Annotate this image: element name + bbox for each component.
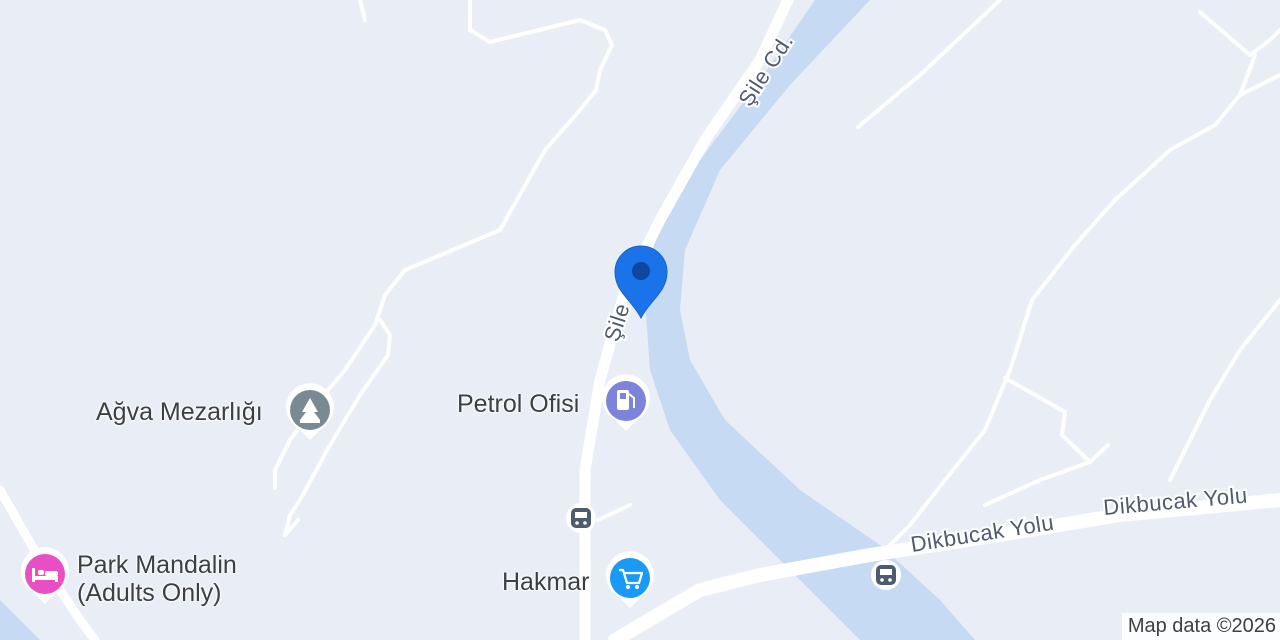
map-canvas[interactable]: Şile Cd. Şile Dikbucak Yolu Dikbucak Yol… [0,0,1280,640]
road-label-sile: Şile [599,300,635,345]
road-minor-9 [1003,376,1110,464]
cemetery-icon[interactable] [285,383,334,440]
poi-label: Petrol Ofisi [457,390,580,418]
map-attribution: Map data ©2026 [1121,613,1280,640]
gas-station-icon[interactable] [602,374,650,431]
river-edge-bottom-left [0,600,40,640]
road-minor-5 [856,0,1002,129]
road-minor-6 [1198,10,1280,57]
bus-stop-icon[interactable] [871,560,901,590]
poi-agva-mezarligi[interactable]: Ağva Mezarlığı [96,399,263,425]
map-base-layer: Şile Cd. Şile Dikbucak Yolu Dikbucak Yol… [0,0,1280,640]
road-minor-7 [883,53,1257,552]
road-minor-4 [596,503,632,522]
poi-petrol-ofisi[interactable]: Petrol Ofisi [457,391,579,417]
poi-hakmar[interactable]: Hakmar [502,569,590,595]
road-minor-10 [983,460,1092,507]
poi-label: Ağva Mezarlığı [96,398,263,426]
bus-stop-icon[interactable] [566,503,596,533]
poi-label: Hakmar [502,568,590,596]
poi-label-line1: Park Mandalin [77,551,237,579]
poi-park-mandalin[interactable]: Park Mandalin (Adults Only) [77,552,237,606]
road-label-dikbucak-left: Dikbucak Yolu [909,510,1056,557]
road-minor-1 [358,0,367,22]
road-minor-11 [1168,298,1280,482]
shopping-cart-icon[interactable] [606,551,654,608]
poi-label-line2: (Adults Only) [77,579,222,607]
